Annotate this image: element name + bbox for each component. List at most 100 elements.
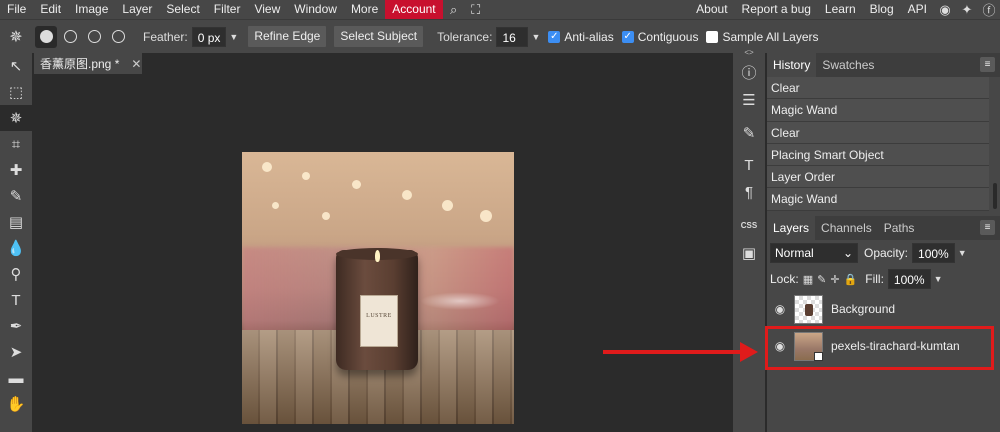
character-icon[interactable]: T — [733, 152, 765, 179]
info-icon[interactable]: ⓘ — [733, 59, 765, 86]
type-tool-icon[interactable]: T — [0, 287, 32, 313]
collapse-arrows-icon[interactable]: <> — [733, 48, 765, 57]
adjustments-icon[interactable]: ☰ — [733, 86, 765, 113]
mode-intersect-selection[interactable] — [107, 26, 129, 48]
refine-edge-button[interactable]: Refine Edge — [248, 26, 327, 47]
selection-residue — [420, 292, 500, 310]
bokeh-light — [272, 202, 279, 209]
menu-window[interactable]: Window — [287, 0, 344, 19]
history-item[interactable]: Magic Wand — [767, 188, 989, 211]
move-tool-icon[interactable]: ↖ — [0, 53, 32, 79]
blur-tool-icon[interactable]: 💧 — [0, 235, 32, 261]
facebook-icon[interactable]: ⓕ — [980, 0, 998, 19]
chevron-down-icon: ⌄ — [842, 246, 853, 260]
select-subject-button[interactable]: Select Subject — [334, 26, 424, 47]
opacity-input[interactable]: 100% — [912, 243, 955, 263]
link-about[interactable]: About — [689, 0, 734, 19]
tab-history[interactable]: History — [767, 53, 817, 77]
menu-layer[interactable]: Layer — [115, 0, 159, 19]
bokeh-light — [322, 212, 330, 220]
contiguous-checkbox[interactable]: ✓ Contiguous — [621, 30, 698, 44]
feather-dropdown-icon[interactable]: ▼ — [229, 32, 238, 42]
menu-edit[interactable]: Edit — [33, 0, 68, 19]
sample-all-layers-label: Sample All Layers — [722, 29, 819, 44]
fill-dropdown-icon[interactable]: ▼ — [934, 274, 943, 284]
menu-account[interactable]: Account — [385, 0, 443, 19]
history-item[interactable]: Placing Smart Object — [767, 143, 989, 167]
lock-all-icon[interactable]: 🔒 — [844, 273, 858, 286]
lock-transparency-icon[interactable]: ▦ — [803, 273, 813, 286]
gradient-tool-icon[interactable]: ▤ — [0, 209, 32, 235]
hand-tool-icon[interactable]: ✋ — [0, 391, 32, 417]
history-item[interactable]: Layer Order — [767, 166, 989, 189]
link-report-bug[interactable]: Report a bug — [735, 0, 818, 19]
document-tab[interactable]: 香薰原图.png * ✕ — [34, 53, 142, 74]
tab-layers[interactable]: Layers — [767, 216, 816, 240]
close-icon[interactable]: ✕ — [131, 57, 141, 71]
mode-add-selection[interactable] — [59, 26, 81, 48]
fill-input[interactable]: 100% — [887, 269, 931, 289]
css-icon[interactable]: CSS — [733, 212, 765, 239]
blend-row: Normal ⌄ Opacity: 100% ▼ — [767, 240, 1000, 266]
lock-label: Lock: — [770, 272, 799, 286]
twitter-icon[interactable]: ✦ — [958, 0, 976, 19]
brush-settings-icon[interactable]: ✎ — [733, 119, 765, 146]
shape-tool-icon[interactable]: ▬ — [0, 365, 32, 391]
menu-file[interactable]: File — [0, 0, 33, 19]
anti-alias-checkbox[interactable]: ✓ Anti-alias — [548, 29, 614, 44]
tab-paths[interactable]: Paths — [878, 216, 921, 240]
menu-view[interactable]: View — [247, 0, 287, 19]
menu-more[interactable]: More — [344, 0, 385, 19]
tolerance-input[interactable]: 16 — [496, 26, 529, 47]
link-api[interactable]: API — [901, 0, 934, 19]
menu-select[interactable]: Select — [159, 0, 206, 19]
magic-wand-tool-icon[interactable]: ✵ — [0, 105, 32, 131]
layers-tabs: Layers Channels Paths ≡ — [767, 216, 1000, 240]
search-icon[interactable]: ⌕ — [445, 0, 463, 19]
marquee-tool-icon[interactable]: ⬚ — [0, 79, 32, 105]
opacity-label: Opacity: — [864, 246, 909, 260]
menu-image[interactable]: Image — [68, 0, 115, 19]
fullscreen-icon[interactable]: ⛶ — [467, 0, 485, 19]
lock-position-icon[interactable]: ✛ — [830, 273, 839, 286]
reddit-icon[interactable]: ◉ — [936, 0, 954, 19]
lock-paint-icon[interactable]: ✎ — [817, 273, 826, 286]
mode-subtract-selection[interactable] — [83, 26, 105, 48]
image-icon[interactable]: ▣ — [733, 239, 765, 266]
history-item[interactable]: Magic Wand — [767, 99, 989, 122]
menu-bar: File Edit Image Layer Select Filter View… — [0, 0, 1000, 19]
canvas-image[interactable]: LUSTRE — [242, 152, 514, 424]
fill-label: Fill: — [865, 272, 884, 286]
path-select-tool-icon[interactable]: ➤ — [0, 339, 32, 365]
bokeh-light — [302, 172, 310, 180]
brush-tool-icon[interactable]: ✎ — [0, 183, 32, 209]
layer-row[interactable]: ◉ Background — [767, 293, 1000, 325]
tolerance-label: Tolerance: — [437, 29, 493, 44]
crop-tool-icon[interactable]: ⌗ — [0, 131, 32, 157]
eye-icon[interactable]: ◉ — [767, 302, 793, 316]
sample-all-layers-checkbox[interactable]: Sample All Layers — [706, 29, 819, 44]
options-bar: ✵ Feather: 0 px ▼ Refine Edge Select Sub… — [0, 19, 1000, 53]
menu-filter[interactable]: Filter — [207, 0, 248, 19]
blend-mode-select[interactable]: Normal ⌄ — [770, 243, 858, 263]
tab-channels[interactable]: Channels — [815, 216, 878, 240]
history-list: Clear Magic Wand Clear Placing Smart Obj… — [767, 77, 1000, 211]
history-scrollbar[interactable] — [993, 183, 997, 209]
mode-new-selection[interactable] — [35, 25, 57, 48]
history-item[interactable]: Clear — [767, 121, 989, 144]
healing-tool-icon[interactable]: ✚ — [0, 157, 32, 183]
panel-menu-icon[interactable]: ≡ — [980, 57, 995, 72]
tolerance-dropdown-icon[interactable]: ▼ — [531, 32, 540, 42]
checkbox-checked-icon: ✓ — [621, 30, 634, 43]
history-item[interactable]: Clear — [767, 77, 989, 100]
link-blog[interactable]: Blog — [863, 0, 901, 19]
paragraph-icon[interactable]: ¶ — [733, 179, 765, 206]
tab-swatches[interactable]: Swatches — [816, 53, 880, 77]
opacity-dropdown-icon[interactable]: ▼ — [958, 248, 967, 258]
feather-input[interactable]: 0 px — [191, 26, 227, 47]
anti-alias-label: Anti-alias — [564, 29, 614, 44]
panel-menu-icon[interactable]: ≡ — [980, 220, 995, 235]
link-learn[interactable]: Learn — [818, 0, 863, 19]
dodge-tool-icon[interactable]: ⚲ — [0, 261, 32, 287]
pen-tool-icon[interactable]: ✒ — [0, 313, 32, 339]
